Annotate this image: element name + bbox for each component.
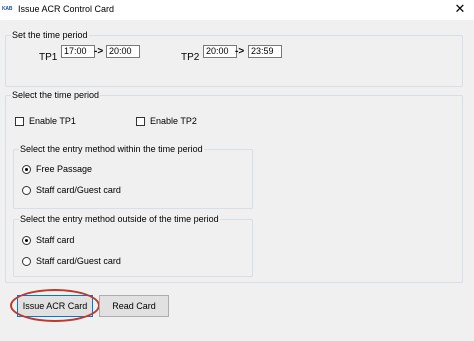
enable-tp1-label: Enable TP1 [29, 116, 76, 126]
radio-circle[interactable] [22, 185, 31, 195]
staff-card-radio[interactable]: Staff card [22, 235, 74, 245]
tp2-arrow: -> [235, 46, 245, 57]
within-period-group: Select the entry method within the time … [13, 144, 253, 209]
free-passage-label: Free Passage [36, 164, 93, 174]
outside-staff-guest-radio[interactable]: Staff card/Guest card [22, 256, 121, 266]
checkbox-box[interactable] [136, 116, 145, 126]
tp1-arrow: -> [94, 46, 104, 57]
tp1-end-input[interactable]: 20:00 [106, 45, 140, 58]
dialog-client-area: Set the time period TP1 17:00 -> 20:00 T… [0, 20, 474, 341]
radio-circle[interactable] [22, 164, 31, 174]
staff-card-label: Staff card [36, 235, 75, 245]
enable-tp2-label: Enable TP2 [150, 116, 197, 126]
outside-period-legend: Select the entry method outside of the t… [19, 214, 220, 225]
within-period-legend: Select the entry method within the time … [19, 144, 204, 155]
checkbox-box[interactable] [15, 116, 24, 126]
read-card-button[interactable]: Read Card [99, 295, 169, 317]
time-period-legend: Set the time period [11, 30, 89, 41]
radio-circle[interactable] [22, 256, 31, 266]
tp2-label: TP2 [181, 52, 200, 63]
radio-circle[interactable] [22, 235, 31, 245]
enable-tp2-checkbox[interactable]: Enable TP2 [136, 116, 197, 126]
select-period-group: Select the time period Enable TP1 Enable… [5, 90, 463, 283]
title-bar: KAB Issue ACR Control Card ✕ [0, 0, 474, 20]
within-staff-guest-radio[interactable]: Staff card/Guest card [22, 185, 121, 195]
close-icon[interactable]: ✕ [452, 1, 468, 17]
tp1-label: TP1 [39, 52, 58, 63]
app-logo-icon: KAB [2, 6, 13, 12]
time-period-group: Set the time period TP1 17:00 -> 20:00 T… [5, 30, 463, 87]
highlight-circle [10, 289, 100, 322]
within-staff-guest-label: Staff card/Guest card [36, 185, 121, 195]
outside-staff-guest-label: Staff card/Guest card [36, 256, 121, 266]
tp2-start-input[interactable]: 20:00 [203, 45, 237, 58]
tp2-end-input[interactable]: 23:59 [248, 45, 282, 58]
free-passage-radio[interactable]: Free Passage [22, 164, 92, 174]
tp1-start-input[interactable]: 17:00 [61, 45, 95, 58]
select-period-legend: Select the time period [11, 90, 101, 101]
window-title: Issue ACR Control Card [18, 4, 115, 14]
enable-tp1-checkbox[interactable]: Enable TP1 [15, 116, 76, 126]
outside-period-group: Select the entry method outside of the t… [13, 214, 253, 277]
